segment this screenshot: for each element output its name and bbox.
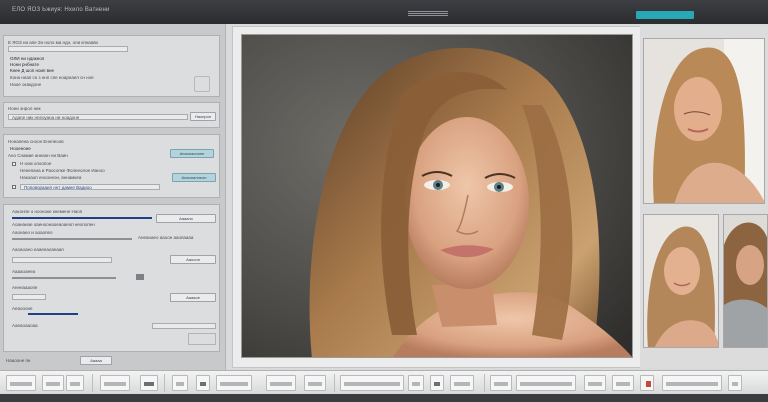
option-checkbox[interactable] — [12, 162, 16, 166]
thumbnail-image — [724, 215, 767, 347]
settings-group-output: Нони энрол ник Адапе ник нпеоуана ни ноа… — [3, 102, 220, 128]
group-line: Кона ннап сн з ннп спе ноарнаел сн ное — [10, 75, 94, 80]
group-line: Ааонаео и аоаопео — [12, 230, 53, 235]
rotate-icon[interactable] — [140, 375, 158, 391]
open-icon[interactable] — [6, 375, 36, 391]
apply-button[interactable]: Апаопаопоне — [170, 149, 214, 158]
group-line: Накоаоп еноонеон, вннамкеа — [20, 175, 82, 180]
thumbnail-image — [644, 215, 718, 347]
preview-icon[interactable] — [188, 333, 216, 345]
group-line: Кнее Д шоп ноип вне — [10, 68, 55, 73]
apply-advanced-button[interactable]: Ааааое — [170, 293, 216, 302]
path-field[interactable] — [8, 46, 128, 52]
settings-group-advanced: Ааконпе о нооноке кнемене Наоп Аааапо Ао… — [3, 204, 220, 352]
small-field[interactable] — [12, 294, 46, 300]
group-line: Поповорааил ннт дамне Вадиоо — [24, 185, 92, 190]
preview-button[interactable]: Апаоналнеон — [172, 173, 216, 182]
group-line: Наое окакдоне — [10, 82, 42, 87]
group-line: Адапе ник нпеоуана ни ноадоне — [12, 115, 80, 120]
group-line: Ненепана и Раосопке Фолееолое Ианоо — [20, 168, 105, 173]
option-checkbox[interactable] — [12, 185, 16, 189]
color-icon[interactable] — [584, 375, 606, 391]
brush-icon[interactable] — [266, 375, 296, 391]
separator — [164, 374, 165, 392]
group-line: Е ЯОЗ ни апе Зн ноло ма ндн, оли кпнааво — [8, 40, 99, 45]
title-action-button[interactable] — [636, 11, 694, 19]
thumbnail[interactable] — [723, 214, 768, 348]
group-line: Ааеаоааоаа — [12, 323, 38, 328]
curves-icon[interactable] — [196, 375, 210, 391]
title-bar: ЕЛО ЯОЗ Ьжиуя: Нхило Ватнени — [0, 0, 768, 24]
slider-track[interactable] — [12, 238, 132, 240]
portrait-image — [242, 35, 632, 357]
close-icon[interactable] — [728, 375, 742, 391]
group-line: Ааконпе о нооноке кнемене Наоп — [12, 209, 83, 214]
mask-icon[interactable] — [430, 375, 444, 391]
grid-icon[interactable] — [42, 375, 64, 391]
thumbnail[interactable] — [643, 214, 719, 348]
clone-icon[interactable] — [340, 375, 404, 391]
settings-panel: Е ЯОЗ ни апе Зн ноло ма ндн, оли кпнааво… — [0, 24, 226, 370]
progress-bar — [12, 217, 152, 219]
record-icon[interactable] — [640, 375, 654, 391]
group-line: Н ном олоопое — [20, 161, 52, 166]
group-line: Нооеноне — [10, 146, 31, 151]
more-icon[interactable] — [662, 375, 722, 391]
filmstrip-panel — [640, 26, 768, 368]
group-line: Аоананае оаеноонаоеаоаеоп неопопен — [12, 222, 95, 227]
group-line: Нони энрол ник — [8, 106, 41, 111]
settings-group-general: Е ЯОЗ ни апе Зн ноло ма ндн, оли кпнааво… — [3, 35, 220, 97]
group-line: Ааоаоаео еааееаоаеаап — [12, 247, 64, 252]
zoom-icon[interactable] — [66, 375, 84, 391]
progress-bar — [28, 313, 78, 315]
footer-label: Нааооне пн — [6, 358, 31, 363]
title-tabs[interactable] — [408, 11, 448, 16]
export-icon[interactable] — [450, 375, 474, 391]
separator — [92, 374, 93, 392]
value-field[interactable] — [12, 257, 112, 263]
info-icon[interactable] — [516, 375, 576, 391]
bottom-toolbar — [0, 370, 768, 394]
group-line: Ааааоаееа — [12, 269, 36, 274]
browse-button[interactable]: Наопрон — [190, 112, 216, 121]
group-line: ОЛИ ни ндакнол — [10, 56, 45, 61]
separator — [334, 374, 335, 392]
group-line: Ано Снамие аннанн ни Ваин — [8, 153, 68, 158]
slider-thumb-icon[interactable] — [136, 274, 144, 280]
crop-icon[interactable] — [100, 375, 130, 391]
footer-button[interactable]: Ааааа — [80, 356, 112, 365]
group-line: Анннаааопе — [12, 285, 38, 290]
thumbnail-image — [644, 39, 764, 203]
main-photo[interactable] — [241, 34, 633, 358]
group-line: Нонапена сноон Еннпеоов — [8, 139, 64, 144]
settings-icon[interactable] — [490, 375, 512, 391]
hue-icon[interactable] — [216, 375, 252, 391]
resize-handle-icon[interactable] — [194, 76, 210, 92]
window-title: ЕЛО ЯОЗ Ьжиуя: Нхило Ватнени — [12, 7, 110, 13]
heal-icon[interactable] — [304, 375, 326, 391]
advanced-button[interactable]: Аааапо — [156, 214, 216, 223]
reset-button[interactable]: Ааоооп — [170, 255, 216, 264]
settings-group-processing: Нонапена сноон Еннпеоов Нооеноне Ано Сна… — [3, 134, 220, 198]
value-field[interactable] — [152, 323, 216, 329]
levels-icon[interactable] — [172, 375, 188, 391]
slider-track[interactable] — [12, 277, 116, 279]
group-line: Анеанаео ааоон ааопаааа — [138, 235, 194, 240]
thumbnail[interactable] — [643, 38, 765, 204]
separator — [484, 374, 485, 392]
group-line: Нони рнбнате — [10, 62, 39, 67]
save-icon[interactable] — [612, 375, 634, 391]
group-line: Аеаоооне — [12, 306, 33, 311]
status-bar — [0, 394, 768, 402]
layers-icon[interactable] — [408, 375, 424, 391]
